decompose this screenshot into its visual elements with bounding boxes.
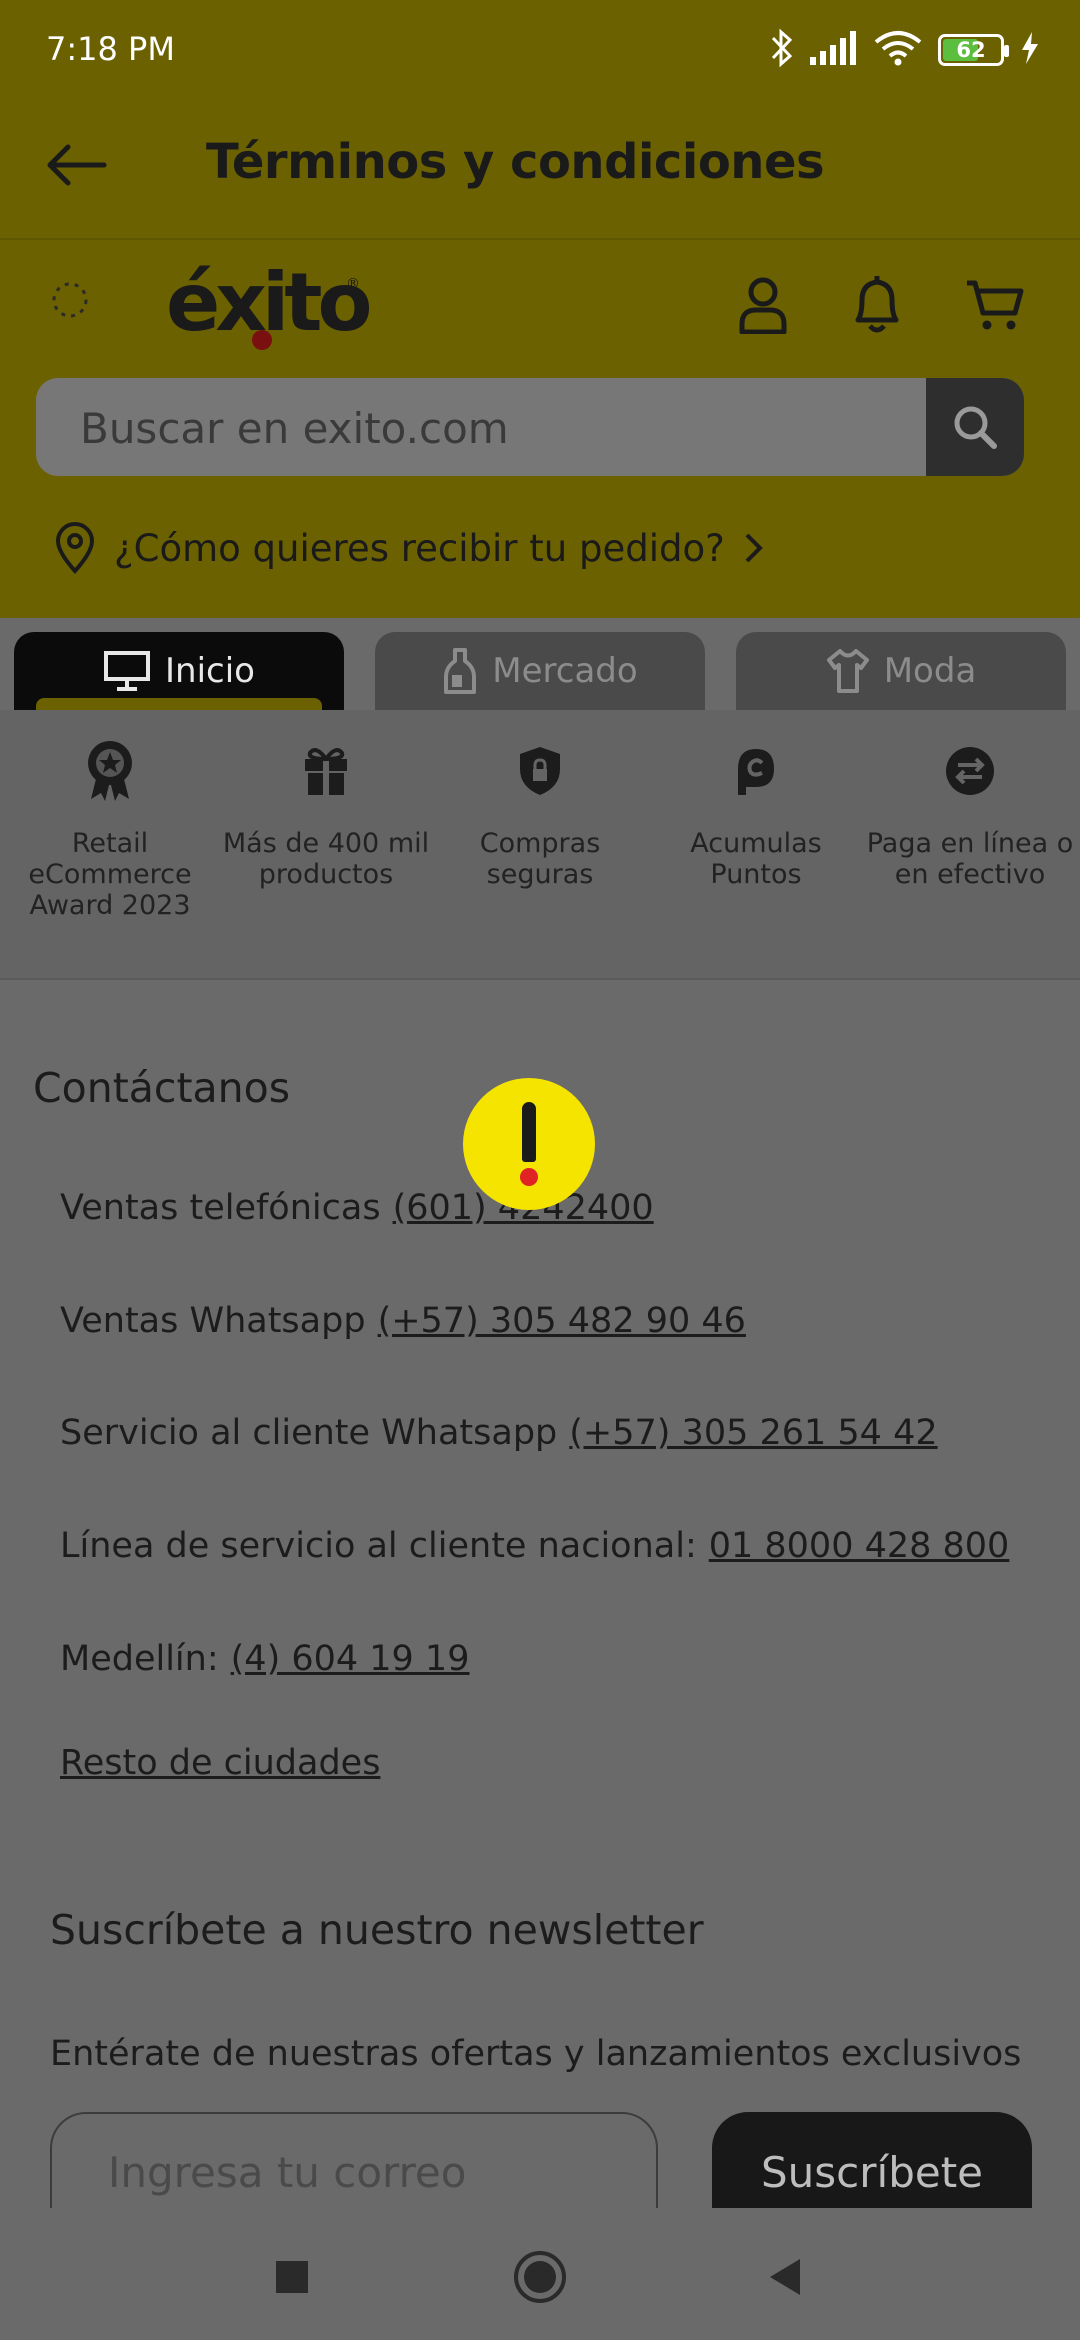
system-nav-bar xyxy=(0,2208,1080,2340)
tab-mercado-label: Mercado xyxy=(492,651,638,691)
benefit-label: Compras seguras xyxy=(479,828,601,890)
cart-icon xyxy=(967,280,1024,330)
status-time: 7:18 PM xyxy=(46,30,175,68)
contact-row-medellin: Medellín: (4) 604 19 19 xyxy=(60,1639,469,1679)
charging-icon xyxy=(1020,32,1040,68)
bluetooth-icon xyxy=(770,28,794,72)
bell-icon xyxy=(855,276,899,333)
tab-moda[interactable]: Moda xyxy=(736,632,1066,710)
benefits-strip: Retail eCommerce Award 2023 Más de 400 m… xyxy=(0,710,1080,980)
benefit-item: Retail eCommerce Award 2023 xyxy=(2,736,218,921)
exchange-icon xyxy=(935,736,1005,806)
other-cities-link[interactable]: Resto de ciudades xyxy=(60,1743,380,1783)
alert-icon[interactable] xyxy=(463,1078,595,1210)
contact-row-whatsapp-service: Servicio al cliente Whatsapp (+57) 305 26… xyxy=(60,1413,938,1453)
back-button[interactable] xyxy=(38,130,114,200)
account-button[interactable] xyxy=(728,270,798,340)
battery-indicator: 62 xyxy=(938,34,1009,66)
square-icon xyxy=(276,2261,308,2293)
battery-level-text: 62 xyxy=(956,38,986,62)
logo-registered-mark: ® xyxy=(346,276,360,292)
cart-button[interactable] xyxy=(960,270,1030,340)
status-icons: 62 xyxy=(770,28,1040,72)
store-header: éxito ® Buscar en exito.com ¿Cómo quiere… xyxy=(0,240,1080,618)
back-nav-button[interactable] xyxy=(740,2232,830,2322)
benefit-label: Acumulas Puntos xyxy=(690,828,822,890)
search-button[interactable] xyxy=(926,378,1024,476)
benefit-item: Acumulas Puntos xyxy=(648,736,864,890)
wifi-icon xyxy=(874,30,922,70)
notifications-button[interactable] xyxy=(842,270,912,340)
bottle-icon xyxy=(444,648,477,694)
delivery-prompt: ¿Cómo quieres recibir tu pedido? xyxy=(114,526,725,570)
email-field[interactable]: Ingresa tu correo xyxy=(50,2112,658,2212)
contact-label: Ventas Whatsapp xyxy=(60,1301,366,1341)
tab-inicio-label: Inicio xyxy=(165,651,255,691)
monitor-icon xyxy=(104,651,151,691)
signal-icon xyxy=(810,31,858,69)
whatsapp-service-link[interactable]: (+57) 305 261 54 42 xyxy=(569,1413,937,1453)
status-bar: 7:18 PM 62 xyxy=(0,0,1080,100)
chevron-right-icon xyxy=(745,533,763,563)
alert-exclamation-dot xyxy=(520,1168,538,1186)
delivery-selector[interactable]: ¿Cómo quieres recibir tu pedido? xyxy=(54,518,765,578)
alert-exclamation-bar xyxy=(522,1102,536,1162)
search-bar[interactable]: Buscar en exito.com xyxy=(36,378,1024,476)
tab-moda-label: Moda xyxy=(883,651,977,691)
search-icon xyxy=(954,406,997,449)
category-tabs: Inicio Mercado Moda xyxy=(0,618,1080,710)
points-icon xyxy=(721,736,791,806)
contact-label: Servicio al cliente Whatsapp xyxy=(60,1413,558,1453)
contact-label: Ventas telefónicas xyxy=(60,1188,381,1228)
tab-active-indicator xyxy=(36,698,322,710)
contact-label: Medellín: xyxy=(60,1639,219,1679)
medellin-link[interactable]: (4) 604 19 19 xyxy=(231,1639,470,1679)
exito-logo[interactable]: éxito ® xyxy=(0,240,380,360)
shirt-icon xyxy=(826,649,869,693)
location-pin-icon xyxy=(55,522,95,574)
benefit-label: Paga en línea o en efectivo xyxy=(866,828,1074,890)
benefit-item: Paga en línea o en efectivo xyxy=(862,736,1078,890)
benefit-label: Retail eCommerce Award 2023 xyxy=(28,828,192,921)
logo-dot xyxy=(252,330,272,350)
email-placeholder: Ingresa tu correo xyxy=(108,2148,467,2197)
triangle-back-icon xyxy=(770,2259,800,2295)
subscribe-button[interactable]: Suscríbete xyxy=(712,2112,1032,2212)
circle-icon xyxy=(514,2251,566,2303)
home-button[interactable] xyxy=(495,2232,585,2322)
contact-row-national-line: Línea de servicio al cliente nacional: 01… xyxy=(60,1526,1009,1566)
tab-inicio[interactable]: Inicio xyxy=(14,632,344,710)
title-bar: Términos y condiciones xyxy=(0,100,1080,240)
search-input[interactable]: Buscar en exito.com xyxy=(80,404,509,453)
award-icon xyxy=(75,736,145,806)
newsletter-subtitle: Entérate de nuestras ofertas y lanzamien… xyxy=(50,2034,1022,2074)
arrow-left-icon xyxy=(47,144,107,186)
contact-row-whatsapp-sales: Ventas Whatsapp (+57) 305 482 90 46 xyxy=(60,1301,746,1341)
battery-tip xyxy=(1004,45,1009,57)
benefit-label: Más de 400 mil productos xyxy=(222,828,430,890)
shield-lock-icon xyxy=(505,736,575,806)
newsletter-heading: Suscríbete a nuestro newsletter xyxy=(50,1906,704,1954)
national-line-link[interactable]: 01 8000 428 800 xyxy=(709,1526,1010,1566)
contact-label: Línea de servicio al cliente nacional: xyxy=(60,1526,697,1566)
tab-mercado[interactable]: Mercado xyxy=(375,632,705,710)
gift-icon xyxy=(291,736,361,806)
contact-heading: Contáctanos xyxy=(33,1064,291,1112)
user-icon xyxy=(739,277,787,334)
recents-button[interactable] xyxy=(247,2232,337,2322)
benefit-item: Compras seguras xyxy=(432,736,648,890)
page-title: Términos y condiciones xyxy=(206,134,825,190)
benefit-item: Más de 400 mil productos xyxy=(218,736,434,890)
whatsapp-sales-link[interactable]: (+57) 305 482 90 46 xyxy=(378,1301,746,1341)
